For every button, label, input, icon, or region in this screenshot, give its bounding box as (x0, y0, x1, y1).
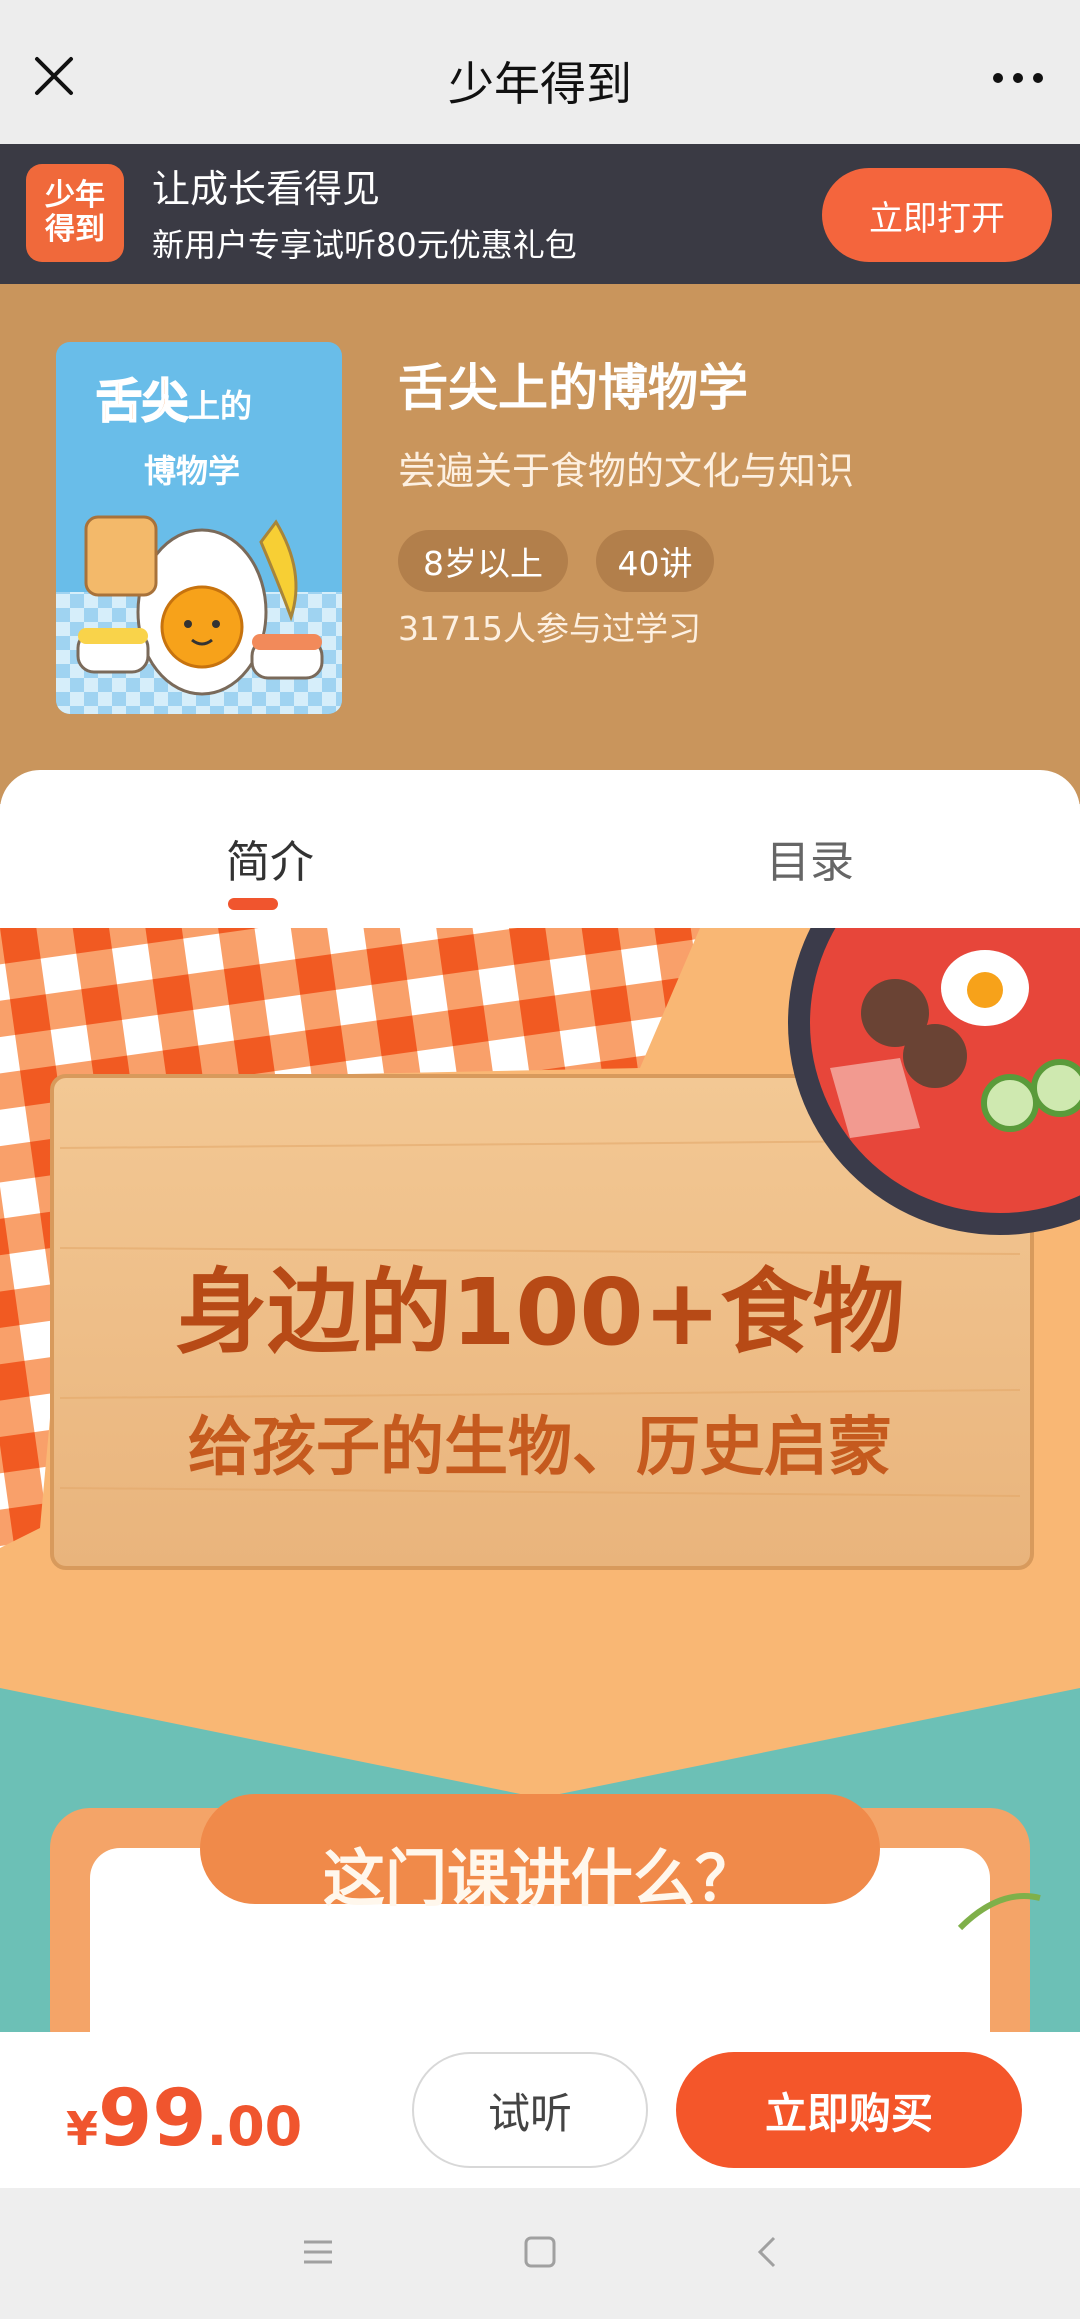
course-header: 舌尖上的 博物学 舌尖上的博物学 尝遍关于食物的文化与知识 8岁以上 40讲 3… (0, 284, 1080, 804)
lesson-count-tag: 40讲 (596, 530, 714, 592)
app-promo-banner: 少年 得到 让成长看得见 新用户专享试听80元优惠礼包 立即打开 (0, 144, 1080, 284)
app-logo: 少年 得到 (26, 164, 124, 262)
tab-intro[interactable]: 简介 (226, 826, 314, 890)
trial-listen-button[interactable]: 试听 (412, 2052, 648, 2168)
learner-count: 31715人参与过学习 (398, 609, 701, 648)
section-title: 这门课讲什么？ (322, 1842, 757, 1915)
currency-symbol: ¥ (66, 2102, 99, 2156)
tab-catalog[interactable]: 目录 (766, 826, 854, 890)
course-cover: 舌尖上的 博物学 (56, 342, 342, 714)
more-icon[interactable] (990, 58, 1046, 98)
price-decimal: .00 (206, 2095, 303, 2158)
system-nav-bar (0, 2188, 1080, 2319)
top-bar: 少年得到 (0, 0, 1080, 144)
back-icon[interactable] (748, 2230, 788, 2274)
age-tag: 8岁以上 (398, 530, 568, 592)
hero-subheadline: 给孩子的生物、历史启蒙 (188, 1411, 892, 1485)
hero-headline: 身边的100+食物 (175, 1259, 905, 1366)
svg-text:博物学: 博物学 (144, 452, 240, 490)
price-integer: 99 (98, 2074, 207, 2164)
logo-line-1: 少年 (45, 178, 105, 213)
intro-hero-image: 身边的100+食物 给孩子的生物、历史启蒙 这门课讲什么？ (0, 928, 1080, 2032)
menu-icon[interactable] (298, 2230, 338, 2274)
purchase-bar: ¥99.00 试听 立即购买 (0, 2032, 1080, 2188)
buy-now-button[interactable]: 立即购买 (676, 2052, 1022, 2168)
course-name: 舌尖上的博物学 (398, 359, 748, 417)
tab-bar: 简介 目录 (0, 770, 1080, 928)
page-title: 少年得到 (448, 57, 632, 111)
course-description: 尝遍关于食物的文化与知识 (398, 449, 855, 493)
promo-title: 让成长看得见 (152, 167, 381, 211)
active-tab-indicator (228, 898, 278, 910)
promo-subtitle: 新用户专享试听80元优惠礼包 (152, 226, 577, 264)
home-icon[interactable] (520, 2230, 560, 2274)
price: ¥99.00 (66, 2074, 302, 2164)
open-app-button[interactable]: 立即打开 (822, 168, 1052, 262)
logo-line-2: 得到 (45, 212, 105, 247)
